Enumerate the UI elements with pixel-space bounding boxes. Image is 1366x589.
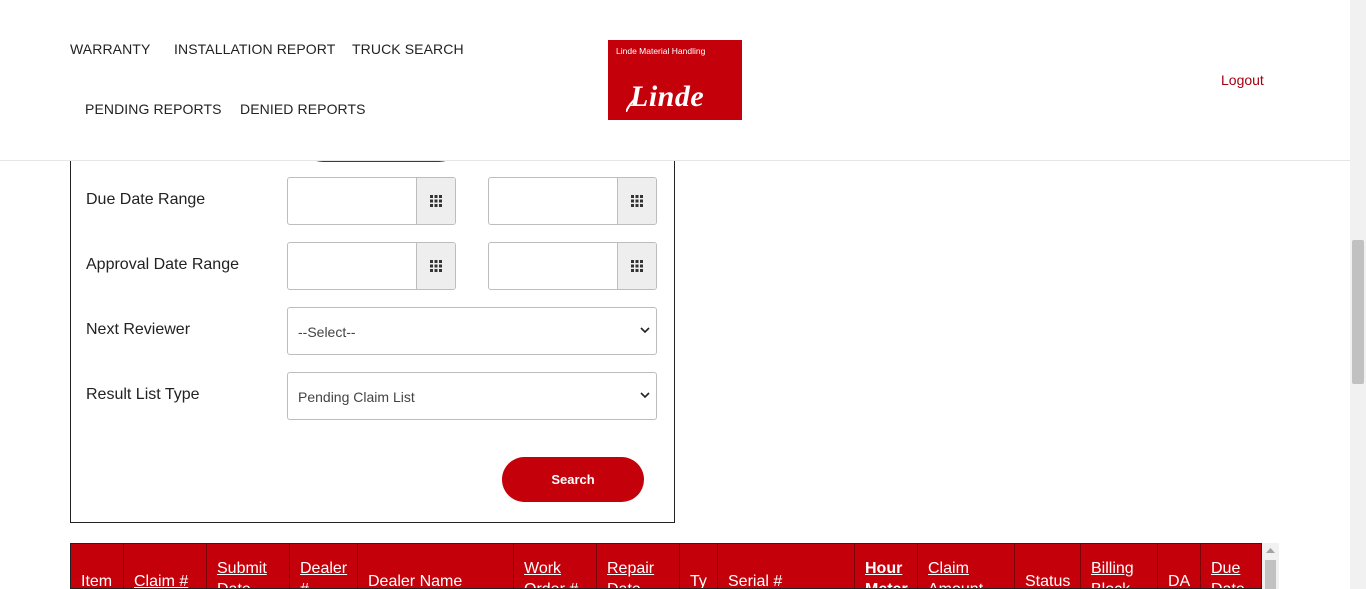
col-work-order[interactable]: Work Order # [514,544,597,588]
next-reviewer-label: Next Reviewer [86,321,191,338]
col-repair-date-label[interactable]: Repair [607,560,654,578]
approval-date-to-field[interactable] [489,243,619,289]
col-dealer-name-label: Dealer Name [368,573,463,589]
logo-tagline: Linde Material Handling [616,46,706,56]
col-repair-date-label-2[interactable]: Date [607,581,641,588]
col-due-date[interactable]: Due Date [1201,544,1261,588]
col-submit-date-label-2[interactable]: Date [217,581,251,588]
search-button[interactable]: Search [502,457,644,502]
col-billing-block-label-2[interactable]: Block [1091,581,1130,588]
col-work-order-label[interactable]: Work [524,560,561,578]
col-dealer-number-label[interactable]: Dealer [300,560,347,578]
nav-installation-report[interactable]: INSTALLATION REPORT [174,41,335,57]
col-claim-amount-label[interactable]: Claim [928,560,969,578]
page-scrollbar[interactable] [1350,0,1366,589]
col-billing-block[interactable]: Billing Block [1081,544,1158,588]
col-hour-meter-label[interactable]: Hour [865,560,902,578]
due-date-to-input[interactable] [488,177,657,225]
col-repair-date[interactable]: Repair Date [597,544,680,588]
col-da-label: DA [1168,573,1191,589]
col-item-label: Item [81,573,113,589]
calendar-grid-icon [430,195,442,207]
col-item: Item [71,544,124,589]
nav-warranty[interactable]: WARRANTY [70,41,150,57]
col-type: Ty [680,544,718,589]
page-scrollbar-thumb[interactable] [1352,240,1364,384]
logout-link[interactable]: Logout [1221,72,1264,88]
result-list-type-label: Result List Type [86,386,200,403]
col-claim-amount[interactable]: Claim Amount [918,544,1015,588]
col-claim-number[interactable]: Claim # [124,544,207,588]
col-status: Status [1015,544,1081,589]
nav-denied-reports[interactable]: DENIED REPORTS [240,101,366,117]
linde-logo[interactable]: Linde Material Handling Linde [608,40,742,120]
col-claim-amount-label-2[interactable]: Amount [928,581,983,588]
result-list-type-select[interactable]: Pending Claim List [287,372,657,420]
due-date-label: Due Date Range [86,191,206,208]
logo-wordmark: Linde [630,80,705,113]
table-scrollbar[interactable] [1262,543,1279,589]
col-due-date-label[interactable]: Due [1211,560,1240,578]
approval-date-from-input[interactable] [287,242,456,290]
col-status-label: Status [1025,573,1071,589]
nav-pending-reports[interactable]: PENDING REPORTS [85,101,222,117]
results-table-header: Item Claim # Submit Date Dealer # Dealer… [70,543,1262,589]
col-hour-meter[interactable]: Hour Meter [855,544,918,588]
col-serial-number: Serial # [718,544,855,589]
scroll-up-arrow-icon[interactable] [1266,548,1275,554]
col-dealer-number-label-2[interactable]: # [300,581,309,588]
col-serial-number-label: Serial # [728,573,783,589]
logo-swoosh-icon [626,98,637,112]
approval-date-to-calendar-button[interactable] [617,243,656,289]
chevron-down-icon [640,392,650,399]
nav-truck-search[interactable]: TRUCK SEARCH [352,41,464,57]
approval-date-from-field[interactable] [288,243,418,289]
approval-date-from-calendar-button[interactable] [416,243,455,289]
col-hour-meter-label-2[interactable]: Meter [865,581,908,588]
approval-date-label: Approval Date Range [86,256,239,273]
calendar-grid-icon [631,195,643,207]
col-work-order-label-2[interactable]: Order # [524,581,578,588]
calendar-grid-icon [631,260,643,272]
col-da: DA [1158,544,1201,589]
due-date-to-calendar-button[interactable] [617,178,656,224]
due-date-from-calendar-button[interactable] [416,178,455,224]
col-type-label: Ty [690,573,707,589]
calendar-grid-icon [430,260,442,272]
col-submit-date[interactable]: Submit Date [207,544,290,588]
result-list-type-value: Pending Claim List [298,389,415,405]
col-claim-number-label[interactable]: Claim # [134,573,188,588]
due-date-from-field[interactable] [288,178,418,224]
due-date-to-field[interactable] [489,178,619,224]
table-scrollbar-thumb[interactable] [1265,560,1276,589]
chevron-down-icon [640,327,650,334]
next-reviewer-value: --Select-- [298,324,356,340]
site-header: WARRANTY INSTALLATION REPORT TRUCK SEARC… [0,0,1350,161]
next-reviewer-select[interactable]: --Select-- [287,307,657,355]
col-dealer-name: Dealer Name [358,544,514,589]
due-date-from-input[interactable] [287,177,456,225]
col-dealer-number[interactable]: Dealer # [290,544,358,588]
col-billing-block-label[interactable]: Billing [1091,560,1134,578]
col-due-date-label-2[interactable]: Date [1211,581,1245,588]
col-submit-date-label[interactable]: Submit [217,560,267,578]
approval-date-to-input[interactable] [488,242,657,290]
